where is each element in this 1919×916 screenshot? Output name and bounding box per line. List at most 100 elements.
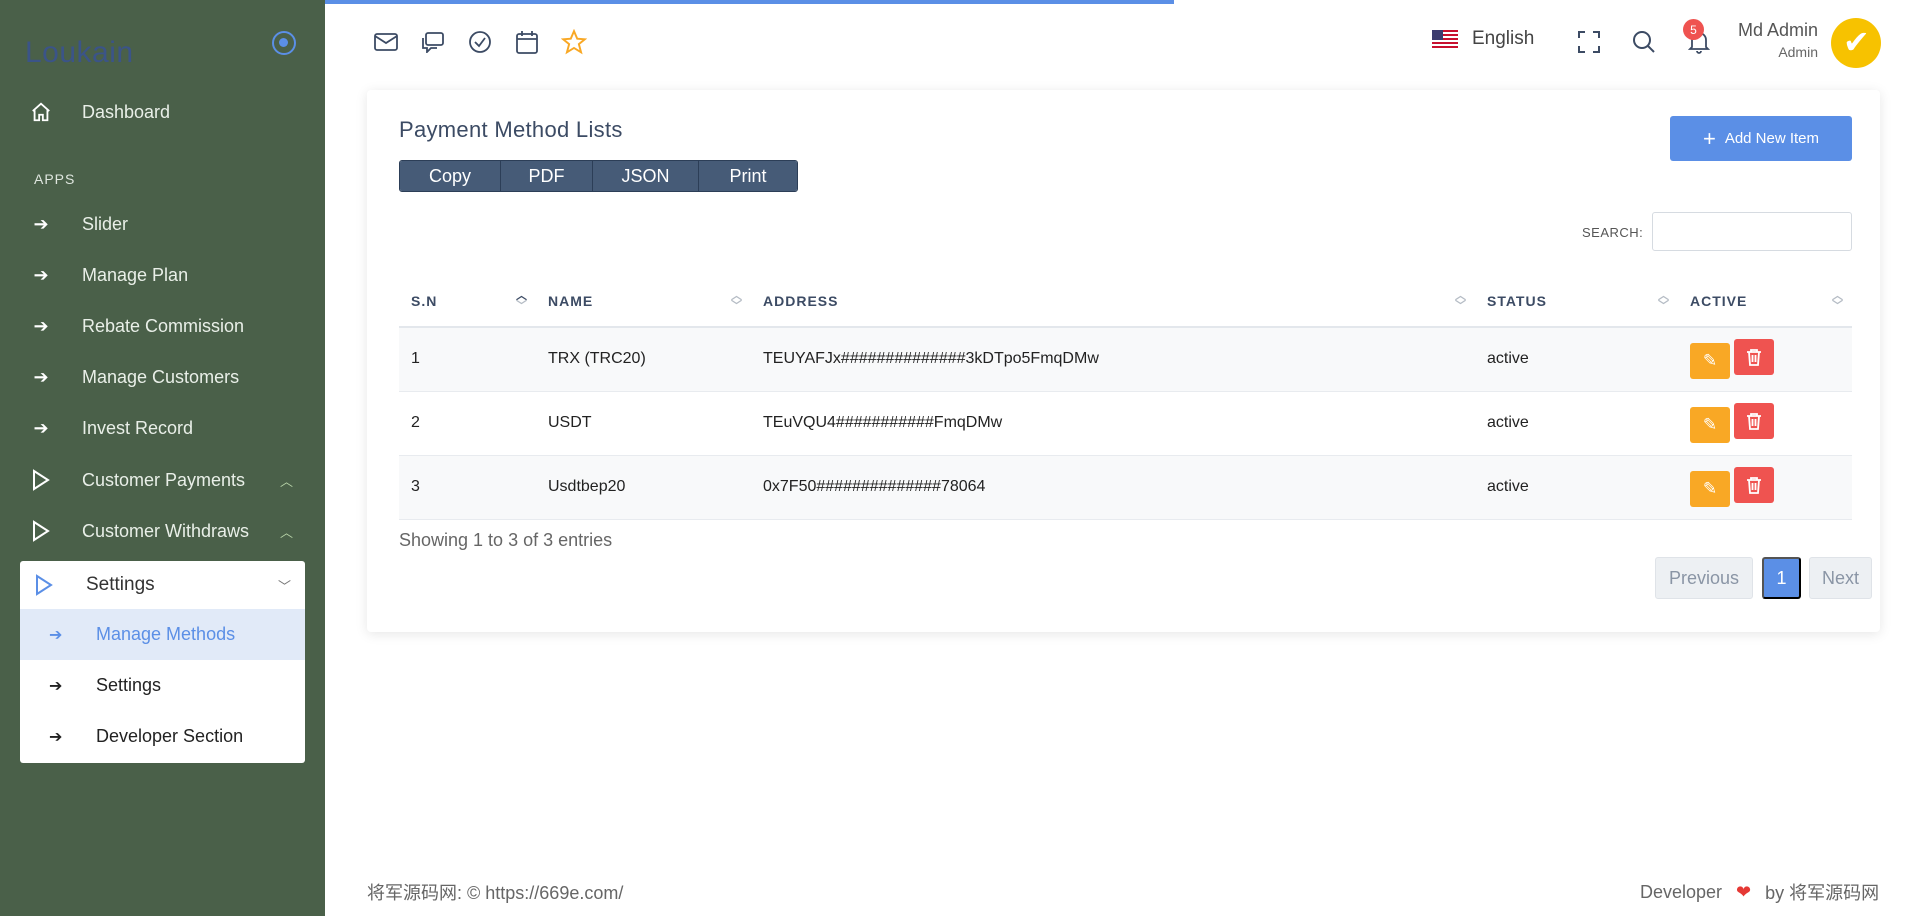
export-button-group: Copy PDF JSON Print (399, 160, 798, 192)
add-new-item-label: Add New Item (1724, 130, 1820, 147)
previous-page-button[interactable]: Previous (1655, 557, 1753, 599)
sidebar-item-label: Invest Record (82, 417, 194, 438)
cell-address: TEUYAFJx##############3kDTpo5FmqDMw (751, 327, 1475, 392)
sidebar-item-label: Manage Customers (82, 366, 240, 387)
table-info: Showing 1 to 3 of 3 entries (399, 530, 613, 550)
edit-button[interactable]: ✎ (1690, 471, 1730, 507)
column-header-active[interactable]: ACTIVE ︿ ﹀ (1678, 275, 1852, 328)
cell-sn: 2 (399, 391, 536, 456)
fullscreen-icon[interactable] (1575, 28, 1603, 56)
chevron-down-icon: ﹀ (278, 578, 292, 594)
cell-actions: ✎ (1678, 455, 1852, 520)
play-icon (30, 469, 52, 491)
footer-credit-prefix: Developer (1640, 881, 1723, 902)
heart-icon: ❤ (1736, 881, 1752, 902)
arrow-right-icon: ➔ (33, 213, 49, 234)
language-selector[interactable]: English (1432, 28, 1534, 50)
trash-icon (1747, 477, 1761, 494)
cell-sn: 1 (399, 327, 536, 392)
language-label: English (1472, 28, 1535, 49)
sort-icon: ︿ ﹀ (1832, 290, 1844, 312)
column-header-status[interactable]: STATUS ︿ ﹀ (1475, 275, 1678, 328)
arrow-right-icon: ➔ (49, 728, 63, 746)
mail-icon[interactable] (372, 28, 400, 56)
sidebar-item-manage-plan[interactable]: ➔ Manage Plan (30, 255, 188, 295)
sidebar-item-label: Slider (82, 213, 129, 234)
sidebar-item-rebate-commission[interactable]: ➔ Rebate Commission (30, 306, 244, 346)
table-header-row: S.N ︿ ﹀ NAME ︿ ﹀ ADDRESS ︿ ﹀ STATUS ︿ ﹀ ACTIVE ︿ ﹀ (399, 275, 1852, 328)
next-page-button[interactable]: Next (1809, 557, 1872, 599)
sidebar-item-label: Settings (86, 574, 155, 595)
pencil-icon: ✎ (1702, 415, 1718, 434)
sort-icon: ︿ ﹀ (731, 290, 743, 312)
footer-copyright: 将军源码网: © https://669e.com/ (367, 883, 624, 903)
settings-submenu: Settings ﹀ ➔ Manage Methods ➔ Settings ➔… (20, 561, 305, 763)
cell-actions: ✎ (1678, 391, 1852, 456)
json-button[interactable]: JSON (593, 161, 699, 191)
sidebar-item-slider[interactable]: ➔ Slider (30, 204, 128, 244)
copy-button[interactable]: Copy (400, 161, 501, 191)
search-icon[interactable] (1630, 28, 1658, 56)
cell-address: 0x7F50##############78064 (751, 455, 1475, 520)
pencil-icon: ✎ (1702, 479, 1718, 498)
chevron-up-icon: ︿ (280, 473, 294, 489)
sidebar-item-label: Developer Section (96, 726, 244, 746)
column-header-name[interactable]: NAME ︿ ﹀ (536, 275, 751, 328)
edit-button[interactable]: ✎ (1690, 343, 1730, 380)
sidebar-item-developer-section[interactable]: ➔ Developer Section (20, 711, 305, 762)
trash-icon (1747, 349, 1761, 367)
cell-actions: ✎ (1678, 327, 1852, 392)
delete-button[interactable] (1734, 339, 1774, 376)
sidebar-item-invest-record[interactable]: ➔ Invest Record (30, 408, 193, 448)
user-role: Admin (1778, 44, 1818, 60)
sidebar-toggle-icon[interactable] (272, 31, 296, 55)
arrow-right-icon: ➔ (33, 264, 49, 285)
cell-name: TRX (TRC20) (536, 327, 751, 392)
sidebar-item-manage-customers[interactable]: ➔ Manage Customers (30, 357, 239, 397)
sidebar-item-customer-payments[interactable]: Customer Payments ︿ (30, 460, 293, 500)
user-name[interactable]: Md Admin (1700, 20, 1818, 41)
sidebar-item-dashboard[interactable]: Dashboard (30, 92, 170, 132)
check-circle-icon[interactable] (466, 28, 494, 56)
brand-logo[interactable]: Loukain (25, 36, 134, 70)
sidebar-item-label: Settings (96, 675, 162, 695)
play-icon (34, 574, 56, 596)
arrow-right-icon: ➔ (49, 626, 63, 644)
sidebar-item-settings[interactable]: ➔ Settings (20, 660, 305, 711)
edit-button[interactable]: ✎ (1690, 407, 1730, 443)
sidebar-item-settings-group[interactable]: Settings ﹀ (20, 561, 305, 609)
sort-asc-icon: ︿ ﹀ (516, 290, 528, 312)
sidebar-item-label: Customer Payments (82, 469, 246, 490)
cell-status: active (1475, 455, 1678, 520)
footer-credit-suffix: by 将军源码网 (1765, 883, 1880, 903)
cell-status: active (1475, 391, 1678, 456)
search-label: SEARCH: (1582, 225, 1644, 240)
sidebar-item-label: Customer Withdraws (82, 520, 250, 541)
column-header-sn[interactable]: S.N ︿ ﹀ (399, 275, 536, 328)
delete-button[interactable] (1734, 467, 1774, 503)
print-button[interactable]: Print (699, 161, 797, 191)
calendar-icon[interactable] (513, 28, 541, 56)
cell-status: active (1475, 327, 1678, 392)
chat-icon[interactable] (419, 28, 447, 56)
column-header-address[interactable]: ADDRESS ︿ ﹀ (751, 275, 1475, 328)
table-row: 2 USDT TEuVQU4###########FmqDMw active ✎ (399, 391, 1852, 456)
sidebar-item-label: Dashboard (82, 101, 171, 122)
add-new-item-button[interactable]: + Add New Item (1670, 116, 1852, 161)
plus-icon: + (1702, 125, 1716, 151)
us-flag-icon (1432, 30, 1458, 48)
sidebar-item-customer-withdraws[interactable]: Customer Withdraws ︿ (30, 511, 293, 551)
search-input[interactable] (1652, 212, 1852, 251)
page-1-button[interactable]: 1 (1762, 557, 1801, 599)
sidebar-section-label: APPS (34, 171, 76, 187)
sidebar-item-manage-methods[interactable]: ➔ Manage Methods (20, 609, 305, 660)
delete-button[interactable] (1734, 403, 1774, 439)
sidebar-item-label: Manage Methods (96, 624, 236, 644)
table-row: 3 Usdtbep20 0x7F50##############78064 ac… (399, 455, 1852, 520)
sidebar: Loukain Dashboard APPS ➔ Slider ➔ Manage… (0, 0, 325, 916)
star-icon[interactable] (560, 28, 588, 56)
avatar[interactable] (1831, 18, 1881, 68)
page-title: Payment Method Lists (399, 117, 623, 142)
pdf-button[interactable]: PDF (501, 161, 593, 191)
arrow-right-icon: ➔ (33, 315, 49, 336)
